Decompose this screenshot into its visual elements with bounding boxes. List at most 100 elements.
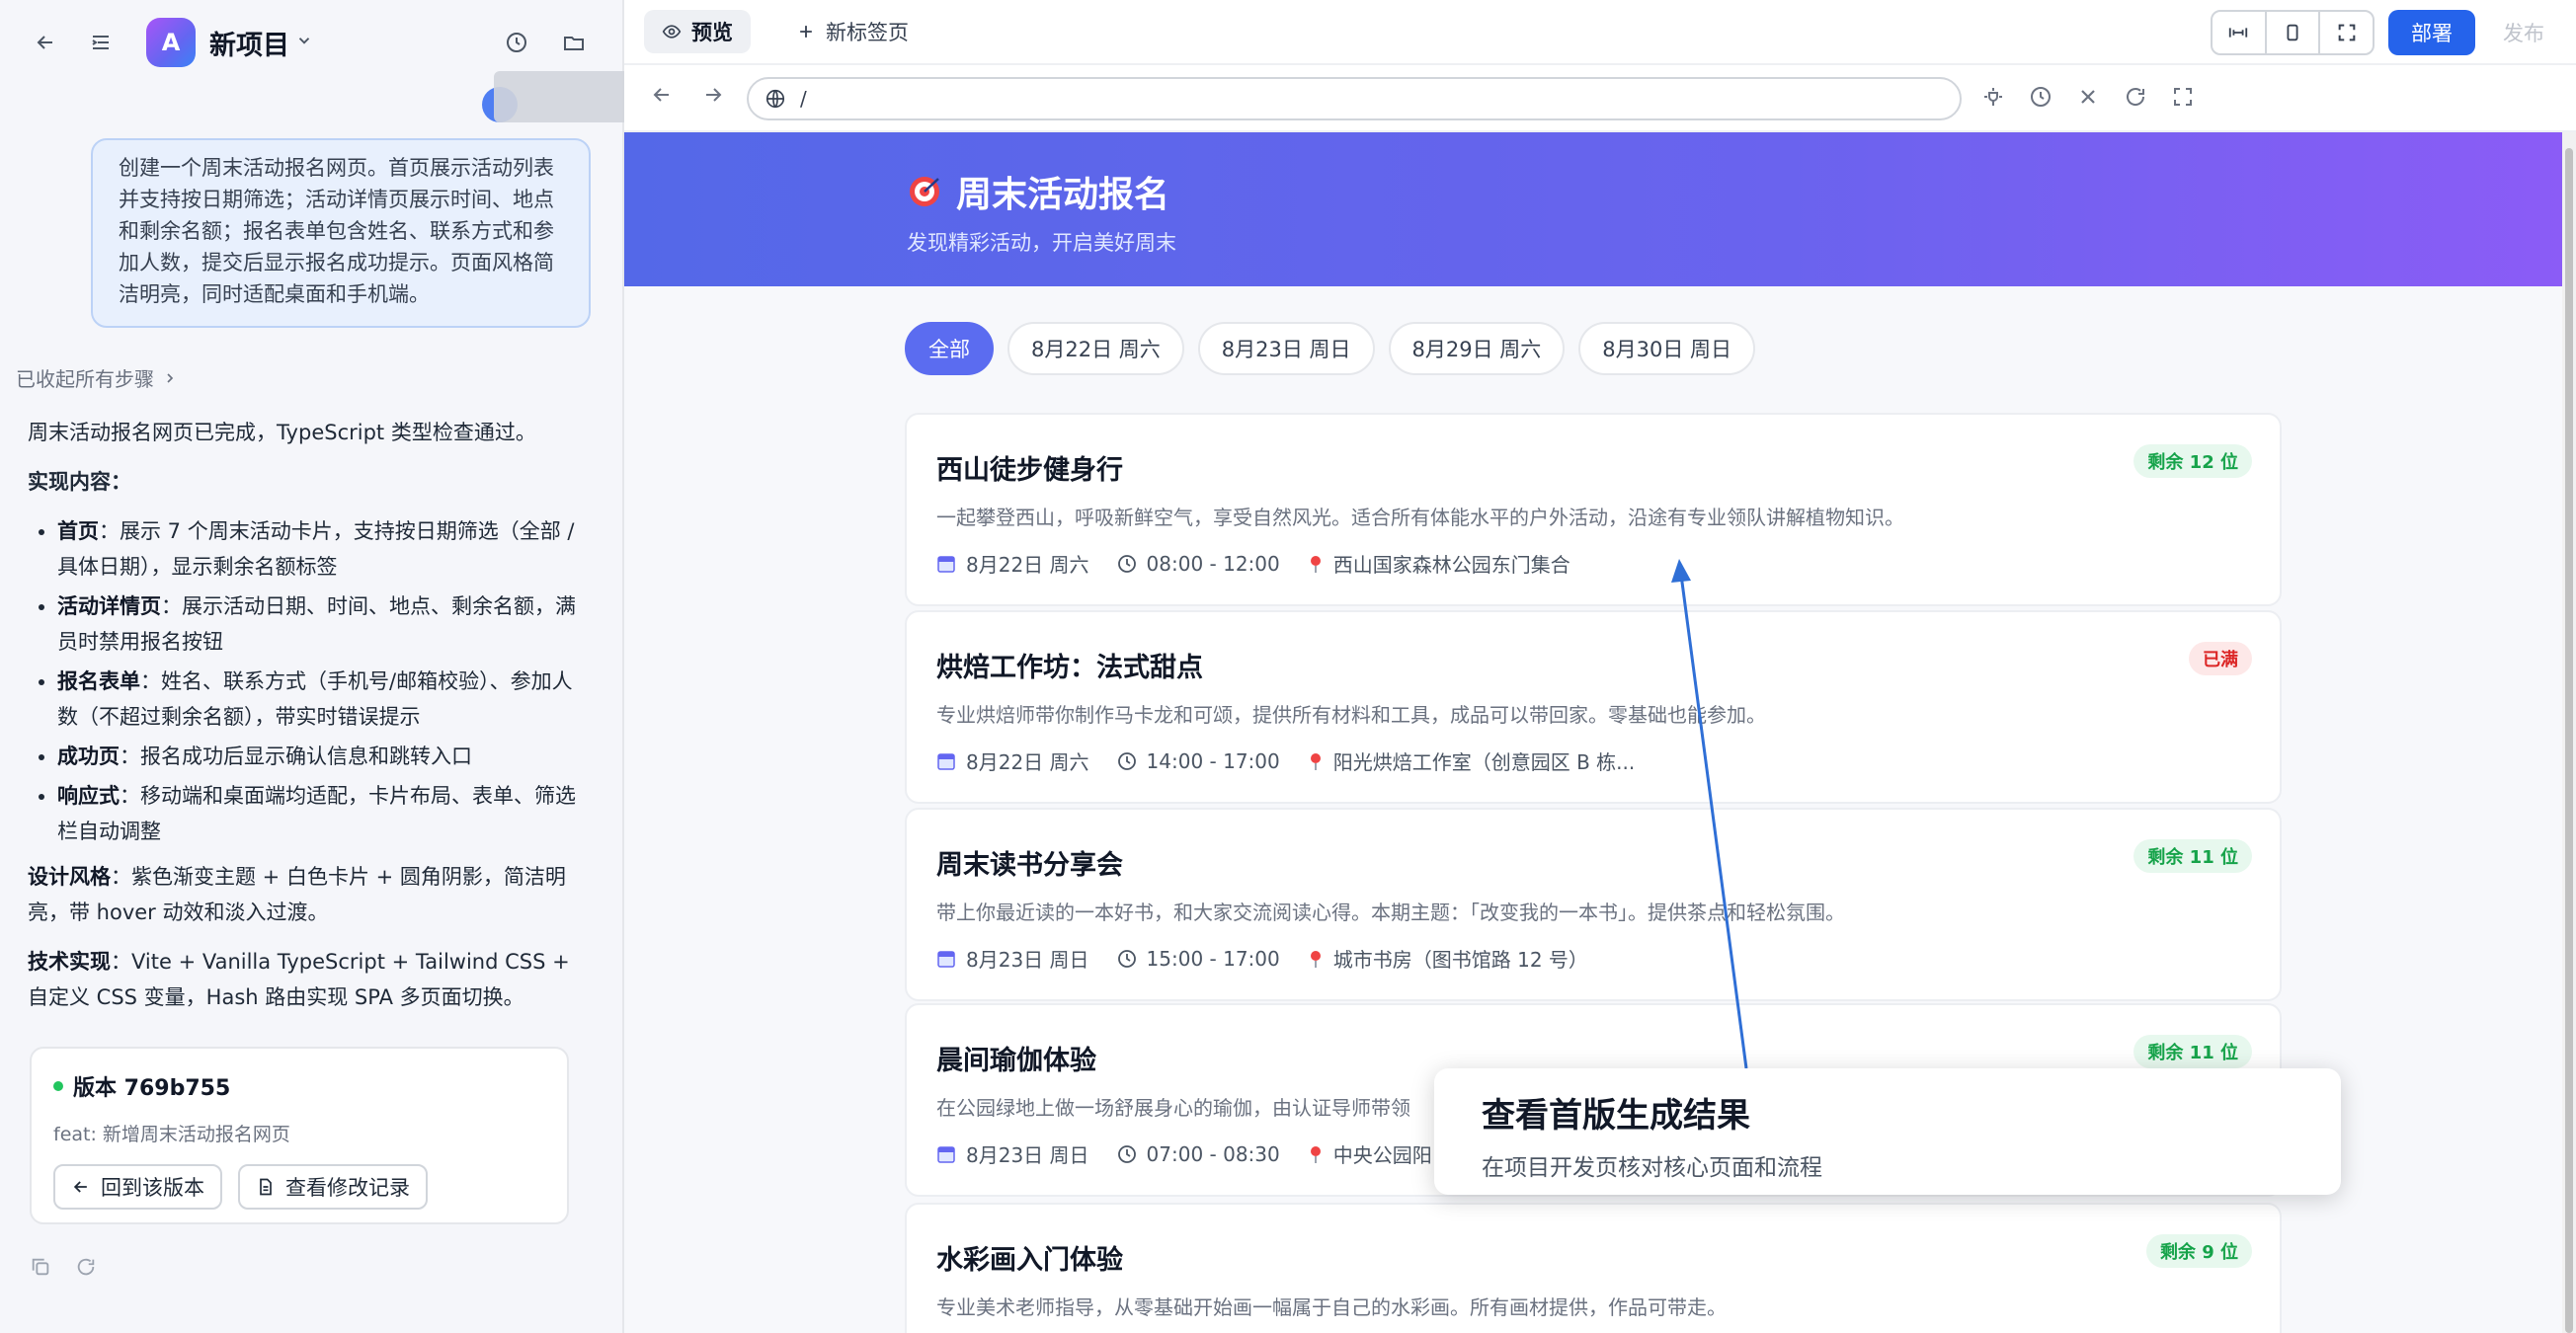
tab-preview[interactable]: 预览 <box>644 10 751 53</box>
clock-icon <box>1117 1144 1136 1163</box>
scrollbar-thumb[interactable] <box>2565 148 2573 1333</box>
feature-label: 报名表单 <box>57 669 140 693</box>
filter-chip[interactable]: 8月30日 周日 <box>1578 322 1756 375</box>
project-name[interactable]: 新项目 <box>209 24 289 62</box>
hero-title-text: 周末活动报名 <box>956 175 1170 215</box>
fullscreen-icon[interactable] <box>2320 12 2373 53</box>
feature-text: ：报名成功后显示确认信息和跳转入口 <box>120 745 472 768</box>
event-card[interactable]: 周末读书分享会 剩余 11 位 带上你最近读的一本好书，和大家交流阅读心得。本期… <box>905 808 2282 1001</box>
tech-label: 技术实现 <box>28 950 111 974</box>
project-logo[interactable]: A <box>146 18 196 67</box>
mobile-view-icon[interactable] <box>2267 12 2321 53</box>
feature-label: 成功页 <box>57 745 120 768</box>
callout-title: 查看首版生成结果 <box>1482 1096 1750 1136</box>
pin-icon <box>1310 555 1321 573</box>
event-time-text: 15:00 - 17:00 <box>1146 946 1280 971</box>
back-arrow-icon[interactable] <box>20 17 71 68</box>
reload-icon[interactable] <box>2124 85 2147 109</box>
annotation-callout: 查看首版生成结果 在项目开发页核对核心页面和流程 <box>1434 1068 2341 1195</box>
scrollbar[interactable] <box>2562 132 2576 1333</box>
list-item: 活动详情页：展示活动日期、时间、地点、剩余名额，满员时禁用报名按钮 <box>57 588 577 660</box>
hero-banner: 周末活动报名 发现精彩活动，开启美好周末 <box>624 132 2562 286</box>
rollback-button[interactable]: 回到该版本 <box>53 1164 222 1210</box>
chat-panel: A 新项目 创建一个周末活动报名网页。首页展示活动列表并支持按日期筛选；活动详情… <box>0 0 637 1333</box>
seats-badge: 已满 <box>2189 642 2252 675</box>
filter-chip[interactable]: 8月23日 周日 <box>1197 322 1375 375</box>
collapsed-steps-label: 已收起所有步骤 <box>16 367 154 391</box>
seats-badge: 剩余 9 位 <box>2145 1234 2252 1268</box>
chevron-down-icon[interactable] <box>295 32 313 54</box>
arrow-left-icon <box>73 1181 87 1193</box>
publish-button[interactable]: 发布 <box>2485 10 2562 55</box>
event-place-text: 西山国家森林公园东门集合 <box>1332 553 1570 577</box>
view-changes-button[interactable]: 查看修改记录 <box>238 1164 428 1210</box>
chevron-right-icon <box>167 372 174 383</box>
preview-toolbar: 预览 新标签页 部署 发布 <box>624 0 2576 65</box>
event-date: 8月23日 周日 <box>936 1139 1089 1168</box>
event-card[interactable]: 水彩画入门体验 剩余 9 位 专业美术老师指导，从零基础开始画一幅属于自己的水彩… <box>905 1203 2282 1333</box>
calendar-icon <box>937 1145 955 1163</box>
rollback-label: 回到该版本 <box>101 1176 204 1200</box>
event-desc: 专业烘焙师带你制作马卡龙和可颂，提供所有材料和工具，成品可以带回家。零基础也能参… <box>936 703 1766 727</box>
refresh-icon[interactable] <box>75 1256 97 1278</box>
feature-label: 首页 <box>57 519 99 543</box>
design-style: 设计风格：紫色渐变主题 + 白色卡片 + 圆角阴影，简洁明亮，带 hover 动… <box>28 859 577 930</box>
menu-collapse-icon[interactable] <box>75 17 126 68</box>
event-date: 8月22日 周六 <box>936 549 1089 578</box>
user-message: 创建一个周末活动报名网页。首页展示活动列表并支持按日期筛选；活动详情页展示时间、… <box>91 138 591 328</box>
filter-chip[interactable]: 8月22日 周六 <box>1007 322 1184 375</box>
event-time-text: 07:00 - 08:30 <box>1146 1141 1280 1166</box>
globe-icon <box>765 89 785 109</box>
responsive-icon[interactable] <box>2213 12 2267 53</box>
event-time: 07:00 - 08:30 <box>1117 1139 1280 1168</box>
version-title: 版本 769b755 <box>73 1076 231 1101</box>
hero-title: 周末活动报名 <box>907 166 1169 217</box>
event-time: 14:00 - 17:00 <box>1117 746 1280 775</box>
event-date-text: 8月22日 周六 <box>966 553 1089 577</box>
design-label: 设计风格 <box>28 865 111 889</box>
expand-icon[interactable] <box>2171 85 2195 109</box>
event-place-text: 城市书房（图书馆路 12 号） <box>1332 948 1588 972</box>
nav-forward-icon[interactable] <box>701 83 725 111</box>
message-actions <box>30 1256 97 1278</box>
event-card[interactable]: 烘焙工作坊：法式甜点 已满 专业烘焙师带你制作马卡龙和可颂，提供所有材料和工具，… <box>905 610 2282 804</box>
folder-icon[interactable] <box>548 17 600 68</box>
deploy-button[interactable]: 部署 <box>2388 10 2475 55</box>
inspect-icon[interactable] <box>1981 85 2005 109</box>
nav-back-icon[interactable] <box>650 83 674 111</box>
event-desc: 带上你最近读的一本好书，和大家交流阅读心得。本期主题：「改变我的一本书」。提供茶… <box>936 901 1845 924</box>
pin-icon <box>1310 1145 1321 1163</box>
event-title: 烘焙工作坊：法式甜点 <box>936 653 1203 683</box>
date-filter-bar: 全部 8月22日 周六 8月23日 周日 8月29日 周六 8月30日 周日 <box>905 322 1756 375</box>
new-tab-button[interactable]: 新标签页 <box>784 10 921 53</box>
tech-impl: 技术实现：Vite + Vanilla TypeScript + Tailwin… <box>28 944 577 1015</box>
pin-icon <box>1310 950 1321 968</box>
event-meta: 8月22日 周六 14:00 - 17:00 阳光烘焙工作室（创意园区 B 栋.… <box>936 746 1635 775</box>
feature-label: 活动详情页 <box>57 594 161 618</box>
event-date: 8月22日 周六 <box>936 746 1089 775</box>
hero-subtitle: 发现精彩活动，开启美好周末 <box>907 231 1176 255</box>
event-desc: 在公园绿地上做一场舒展身心的瑜伽，由认证导师带领 <box>936 1096 1410 1120</box>
event-place: 西山国家森林公园东门集合 <box>1308 549 1570 578</box>
tab-preview-label: 预览 <box>691 21 733 44</box>
collapsed-steps-toggle[interactable]: 已收起所有步骤 <box>16 363 178 392</box>
copy-icon[interactable] <box>30 1256 51 1278</box>
view-tools <box>2211 10 2375 55</box>
filter-chip-all[interactable]: 全部 <box>905 322 994 375</box>
url-input[interactable]: / <box>747 77 1962 120</box>
event-card[interactable]: 西山徒步健身行 剩余 12 位 一起攀登西山，呼吸新鲜空气，享受自然风光。适合所… <box>905 413 2282 606</box>
history-icon[interactable] <box>2029 85 2053 109</box>
filter-chip[interactable]: 8月29日 周六 <box>1388 322 1566 375</box>
feature-list: 首页：展示 7 个周末活动卡片，支持按日期筛选（全部 / 具体日期），显示剩余名… <box>57 513 577 849</box>
pin-icon <box>1310 752 1321 770</box>
history-icon[interactable] <box>491 17 542 68</box>
calendar-icon <box>937 950 955 968</box>
event-date-text: 8月22日 周六 <box>966 750 1089 774</box>
event-meta: 8月23日 周日 15:00 - 17:00 城市书房（图书馆路 12 号） <box>936 944 1588 973</box>
version-header: 版本 769b755 <box>53 1070 545 1102</box>
clock-icon <box>1117 751 1136 770</box>
event-desc: 专业美术老师指导，从零基础开始画一幅属于自己的水彩画。所有画材提供，作品可带走。 <box>936 1295 1727 1319</box>
close-icon[interactable] <box>2076 85 2100 109</box>
app-root: A 新项目 创建一个周末活动报名网页。首页展示活动列表并支持按日期筛选；活动详情… <box>0 0 2576 1333</box>
list-item: 成功页：报名成功后显示确认信息和跳转入口 <box>57 739 577 774</box>
